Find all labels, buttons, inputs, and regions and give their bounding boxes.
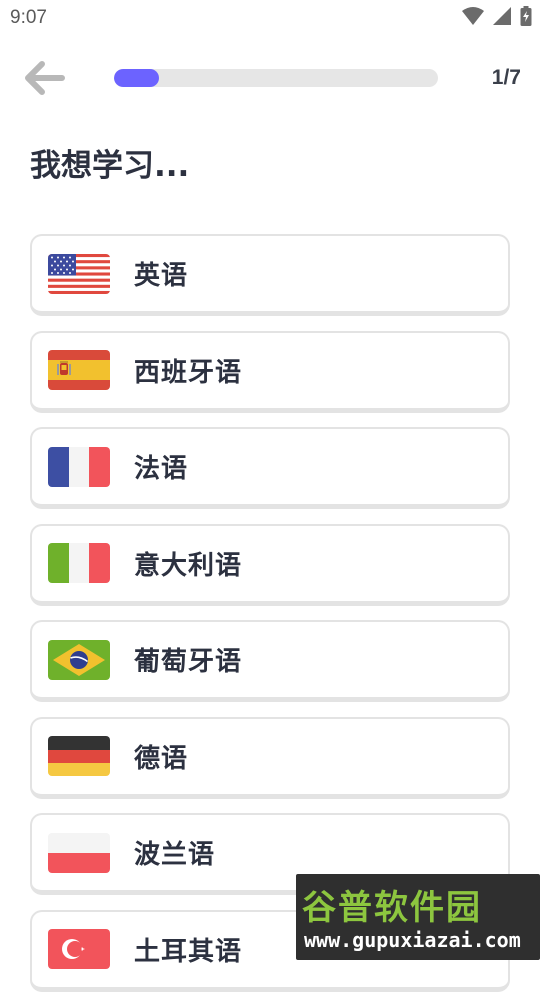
status-time: 9:07 <box>10 7 47 28</box>
watermark-name: 谷普软件园 <box>302 888 482 928</box>
language-option-german[interactable]: 德语 <box>30 716 510 799</box>
language-option-english[interactable]: 英语 <box>30 234 510 316</box>
language-label: 波兰语 <box>134 840 216 870</box>
language-label: 土耳其语 <box>134 936 243 967</box>
language-option-french[interactable]: 法语 <box>30 427 510 509</box>
watermark-url: www.gupuxiazai.com <box>304 928 521 952</box>
arrow-left-icon <box>25 61 65 95</box>
wifi-icon <box>462 7 484 25</box>
page-title: 我想学习... <box>30 148 190 184</box>
top-bar: 1/7 <box>0 48 540 108</box>
poland-flag-icon <box>48 832 110 873</box>
language-option-portuguese[interactable]: 葡萄牙语 <box>30 620 510 702</box>
progress-fill <box>114 69 160 87</box>
step-counter: 1/7 <box>491 66 521 89</box>
status-icons <box>462 6 532 26</box>
us-flag-icon <box>48 253 110 294</box>
brazil-flag-icon <box>48 639 110 680</box>
turkey-flag-icon <box>48 929 110 969</box>
language-label: 意大利语 <box>134 550 243 581</box>
watermark-logo: 谷普软件园 www.gupuxiazai.com <box>296 874 540 960</box>
progress-bar <box>114 69 438 87</box>
germany-flag-icon <box>48 736 110 776</box>
back-button[interactable] <box>22 58 70 98</box>
language-option-italian[interactable]: 意大利语 <box>30 523 510 606</box>
language-label: 德语 <box>134 743 189 774</box>
language-label: 英语 <box>134 261 189 291</box>
language-option-spanish[interactable]: 西班牙语 <box>30 330 510 413</box>
status-bar: 9:07 <box>0 0 540 36</box>
language-label: 法语 <box>134 454 189 484</box>
italy-flag-icon <box>48 543 110 583</box>
language-label: 葡萄牙语 <box>134 647 243 677</box>
spain-flag-icon <box>48 350 110 390</box>
battery-icon <box>520 6 532 26</box>
france-flag-icon <box>48 446 110 487</box>
signal-icon <box>493 7 511 25</box>
language-label: 西班牙语 <box>134 357 243 388</box>
